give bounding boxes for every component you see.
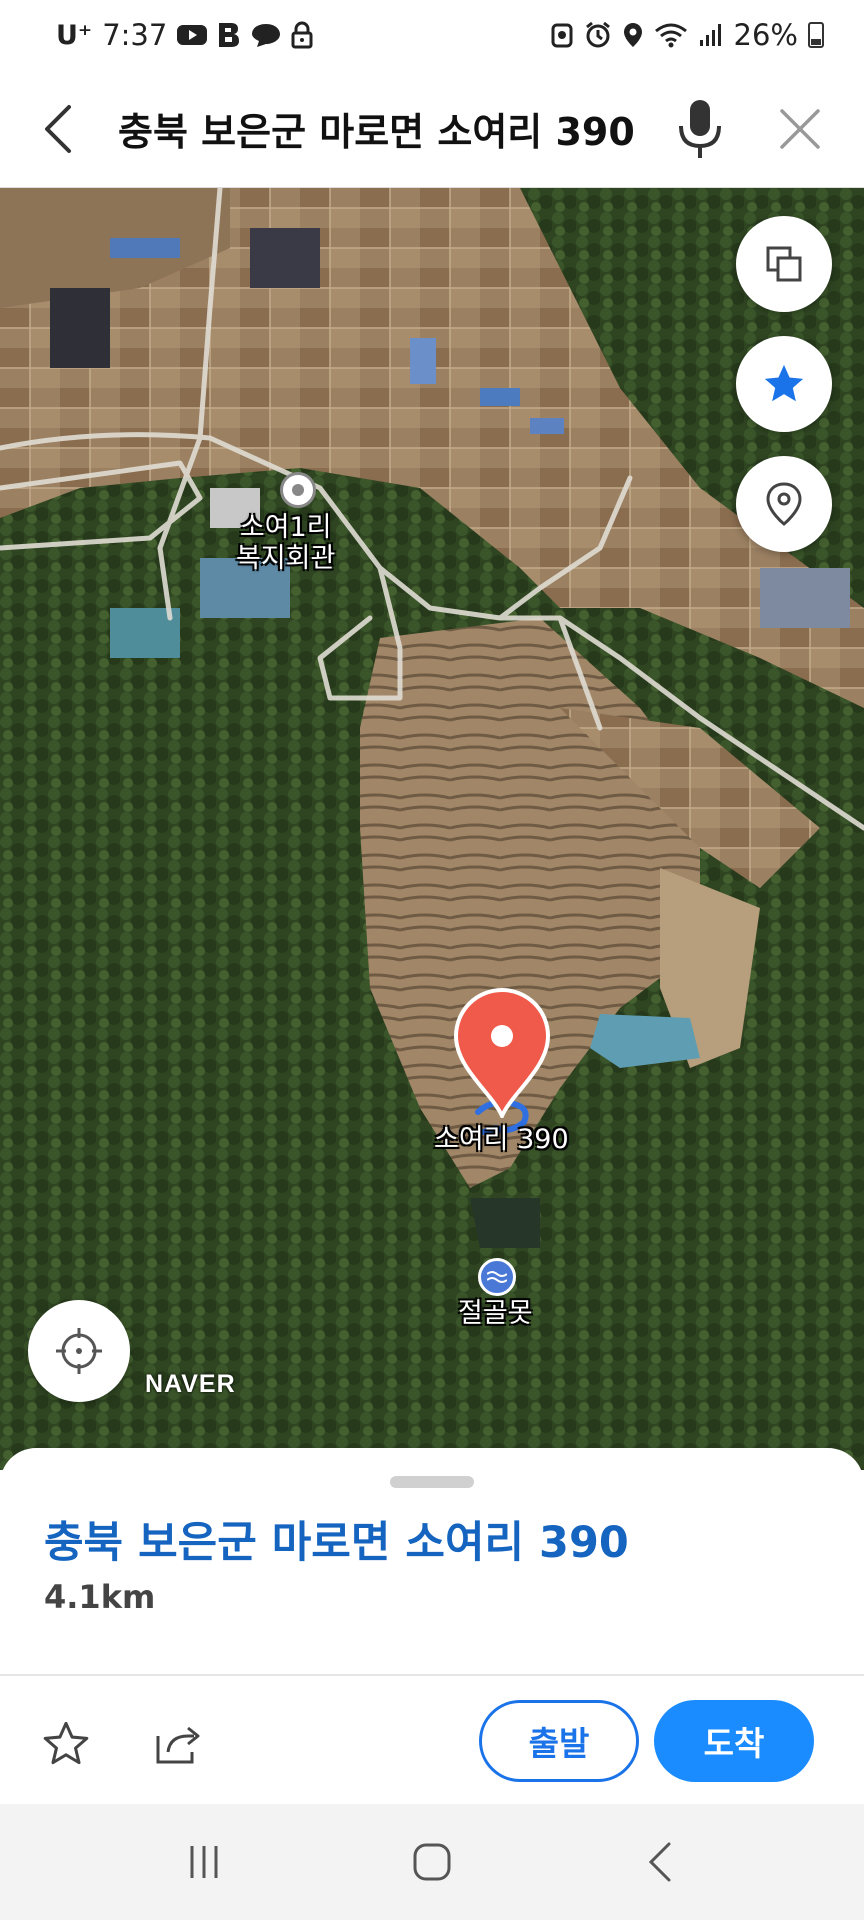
save-place-button[interactable] — [34, 1712, 98, 1776]
battery-percent: 26% — [733, 18, 798, 52]
pin-label[interactable]: 소여리 390 — [434, 1124, 569, 1155]
pond-marker-icon[interactable] — [478, 1258, 516, 1296]
android-icon — [550, 22, 574, 48]
home-button[interactable] — [387, 1817, 477, 1907]
layers-icon — [766, 246, 802, 282]
share-button[interactable] — [146, 1712, 210, 1776]
search-bar: 충북 보은군 마로면 소여리 390 — [0, 70, 864, 188]
back-icon — [648, 1842, 671, 1882]
destination-pin-icon[interactable] — [452, 988, 552, 1118]
home-icon — [413, 1843, 451, 1881]
system-back-button[interactable] — [615, 1817, 705, 1907]
carrier-label: U⁺ — [56, 19, 93, 51]
star-icon — [764, 364, 804, 402]
status-bar: U⁺ 7:37 26% — [0, 0, 864, 70]
pond-label[interactable]: 절골못 — [458, 1298, 533, 1329]
crosshair-icon — [56, 1328, 102, 1374]
depart-button[interactable]: 출발 — [479, 1700, 639, 1782]
recent-apps-icon — [190, 1846, 218, 1878]
location-icon — [622, 21, 644, 49]
chat-icon — [251, 22, 281, 48]
place-bottom-sheet: 충북 보은군 마로면 소여리 390 4.1km 출발 도착 — [0, 1448, 864, 1804]
sheet-drag-handle[interactable] — [390, 1476, 474, 1488]
search-query[interactable]: 충북 보은군 마로면 소여리 390 — [118, 101, 650, 156]
map-imagery — [0, 188, 864, 1470]
arrive-button[interactable]: 도착 — [654, 1700, 814, 1782]
battery-icon — [808, 22, 824, 48]
clear-search-button[interactable] — [750, 70, 850, 188]
app-root: U⁺ 7:37 26% 충북 보은군 마로면 소여리 390 소여1리 복지회관… — [0, 0, 864, 1920]
signal-icon — [698, 22, 724, 48]
place-title[interactable]: 충북 보은군 마로면 소여리 390 — [44, 1508, 629, 1570]
b-app-icon — [217, 21, 241, 49]
alarm-icon — [584, 21, 612, 49]
status-left: U⁺ 7:37 — [56, 18, 313, 52]
welfare-center-marker[interactable] — [280, 472, 316, 508]
clock: 7:37 — [102, 18, 168, 52]
layers-button[interactable] — [736, 216, 832, 312]
share-icon — [156, 1726, 200, 1764]
back-arrow-icon — [45, 104, 71, 153]
welfare-center-label[interactable]: 소여1리 복지회관 — [236, 512, 335, 574]
wifi-icon — [654, 22, 688, 48]
youtube-icon — [177, 24, 208, 46]
place-distance: 4.1km — [44, 1578, 156, 1616]
star-outline-icon — [43, 1721, 89, 1765]
close-icon — [780, 108, 820, 149]
naver-logo: NAVER — [145, 1370, 236, 1398]
place-marker-button[interactable] — [736, 456, 832, 552]
divider — [0, 1674, 864, 1676]
lock-icon — [291, 21, 313, 49]
favorites-map-button[interactable] — [736, 336, 832, 432]
microphone-icon — [679, 99, 721, 158]
recent-apps-button[interactable] — [159, 1817, 249, 1907]
location-marker-icon — [766, 482, 802, 526]
back-button[interactable] — [0, 70, 118, 188]
status-right: 26% — [550, 18, 824, 52]
satellite-map[interactable]: 소여1리 복지회관 소여리 390 절골못 NAVER — [0, 188, 864, 1470]
voice-search-button[interactable] — [650, 70, 750, 188]
my-location-button[interactable] — [28, 1300, 130, 1402]
system-nav-bar — [0, 1804, 864, 1920]
